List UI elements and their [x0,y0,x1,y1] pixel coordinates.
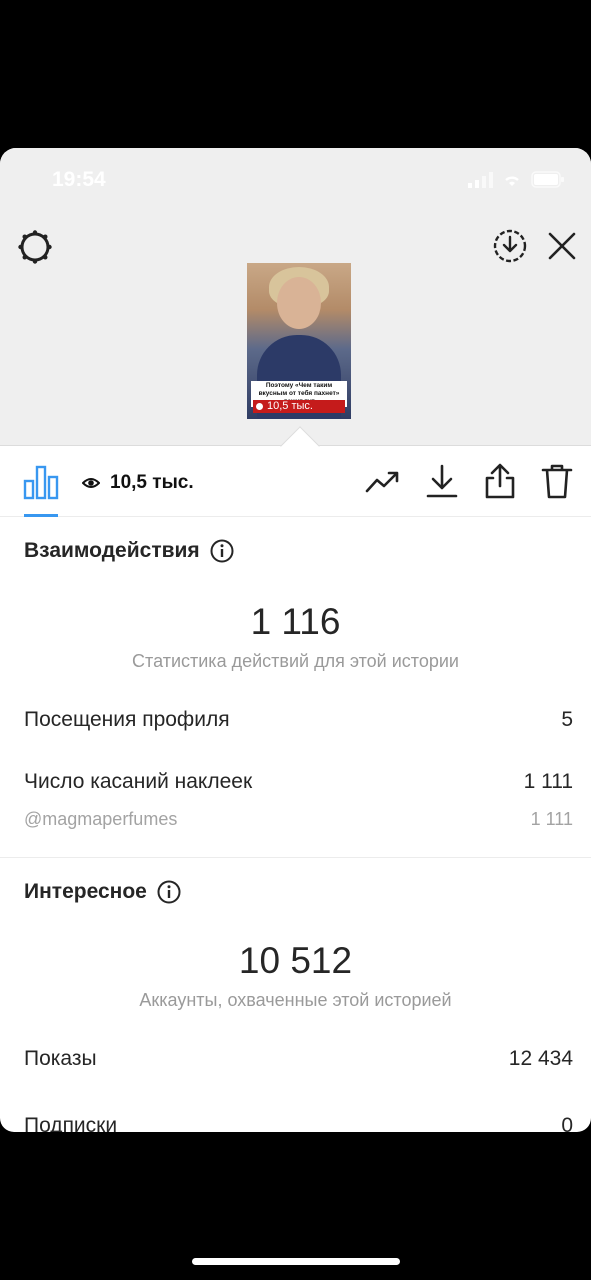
signal-icon [468,171,493,188]
status-time: 19:54 [52,168,106,191]
bar-chart-icon[interactable] [22,463,60,501]
story-insights-sheet: 19:54 Поэтому «Чем таким вкусным от тебя… [0,148,591,1132]
insights-toolbar: 10,5 тыс. [0,447,591,517]
row-label: Посещения профиля [24,708,230,731]
status-bar: 19:54 [0,168,591,194]
story-preview-header: 19:54 Поэтому «Чем таким вкусным от тебя… [0,148,591,446]
interactions-total-label: Статистика действий для этой истории [132,651,459,671]
thumbnail-face [277,277,321,329]
trend-icon[interactable] [365,463,401,499]
views-value: 10,5 тыс. [110,472,194,493]
row-value: 1 111 [523,770,573,793]
interactions-section: Взаимодействия 1 116 Статистика действий… [0,517,591,857]
story-thumbnail[interactable]: Поэтому «Чем таким вкусным от тебя пахне… [247,263,351,419]
interactions-heading: Взаимодействия [24,539,234,563]
discovery-title: Интересное [24,880,147,903]
wifi-icon [505,176,519,186]
close-icon[interactable] [546,230,578,262]
story-views-badge: 10,5 тыс. [253,400,345,413]
views-count: 10,5 тыс. [82,472,194,494]
sticker-value: 1 111 [530,809,573,829]
row-label: Показы [24,1047,97,1070]
home-indicator[interactable] [192,1258,400,1265]
profile-visits-row: Посещения профиля 5 [24,708,573,732]
mention-sticker-row[interactable]: @magmaperfumes 1 111 [24,809,573,830]
battery-icon [531,171,564,188]
trash-icon[interactable] [541,463,573,499]
interactions-total: 1 116 [250,601,341,642]
info-icon[interactable] [210,539,234,563]
discovery-heading: Интересное [24,880,181,904]
follows-row: Подписки 0 [24,1114,573,1132]
row-label: Число касаний наклеек [24,770,253,793]
discovery-total: 10 512 [238,940,353,981]
impressions-row: Показы 12 434 [24,1047,573,1071]
sticker-handle: @magmaperfumes [24,809,178,829]
gear-icon[interactable] [16,228,54,266]
eye-icon [82,478,100,488]
row-value: 0 [561,1114,573,1132]
interactions-title: Взаимодействия [24,539,200,562]
sticker-taps-row: Число касаний наклеек 1 111 [24,770,573,794]
discovery-section: Интересное 10 512 Аккаунты, охваченные э… [0,858,591,1132]
toolbar-actions [365,463,573,499]
share-icon[interactable] [483,463,517,499]
download-icon[interactable] [425,463,459,499]
info-icon[interactable] [157,880,181,904]
discovery-total-label: Аккаунты, охваченные этой историей [139,990,452,1010]
status-icons [467,171,565,188]
row-value: 5 [561,708,573,731]
save-story-icon[interactable] [492,228,528,264]
row-value: 12 434 [508,1047,573,1070]
row-label: Подписки [24,1114,118,1132]
